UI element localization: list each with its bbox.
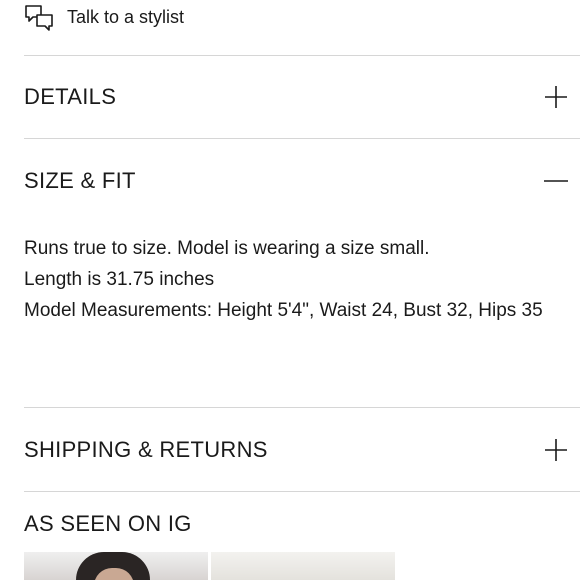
plus-icon[interactable] [544,438,568,462]
instagram-photo[interactable] [24,552,208,580]
accordion-details[interactable]: DETAILS [24,56,580,138]
divider [24,138,580,139]
size-fit-line: Length is 31.75 inches [24,269,215,290]
accordion-details-title: DETAILS [24,84,117,109]
talk-to-stylist-link[interactable]: Talk to a stylist [24,0,580,36]
divider [24,407,580,408]
accordion-size-fit-title: SIZE & FIT [24,168,136,193]
accordion-shipping-returns[interactable]: SHIPPING & RETURNS [24,409,580,491]
minus-icon[interactable] [544,169,568,193]
size-fit-content: Runs true to size. Model is wearing a si… [24,233,580,326]
accordion-size-fit[interactable]: SIZE & FIT [24,140,580,222]
size-fit-line: Model Measurements: Height 5'4", Waist 2… [24,300,543,321]
instagram-section-title: AS SEEN ON IG [24,511,192,536]
divider [24,491,580,492]
chat-bubbles-icon [25,5,53,31]
accordion-shipping-returns-title: SHIPPING & RETURNS [24,437,268,462]
instagram-photo[interactable] [211,552,395,580]
plus-icon[interactable] [544,85,568,109]
size-fit-line: Runs true to size. Model is wearing a si… [24,238,430,259]
talk-to-stylist-label: Talk to a stylist [67,7,185,27]
product-info-page: Talk to a stylist DETAILS SIZE & FIT Run… [0,0,580,580]
